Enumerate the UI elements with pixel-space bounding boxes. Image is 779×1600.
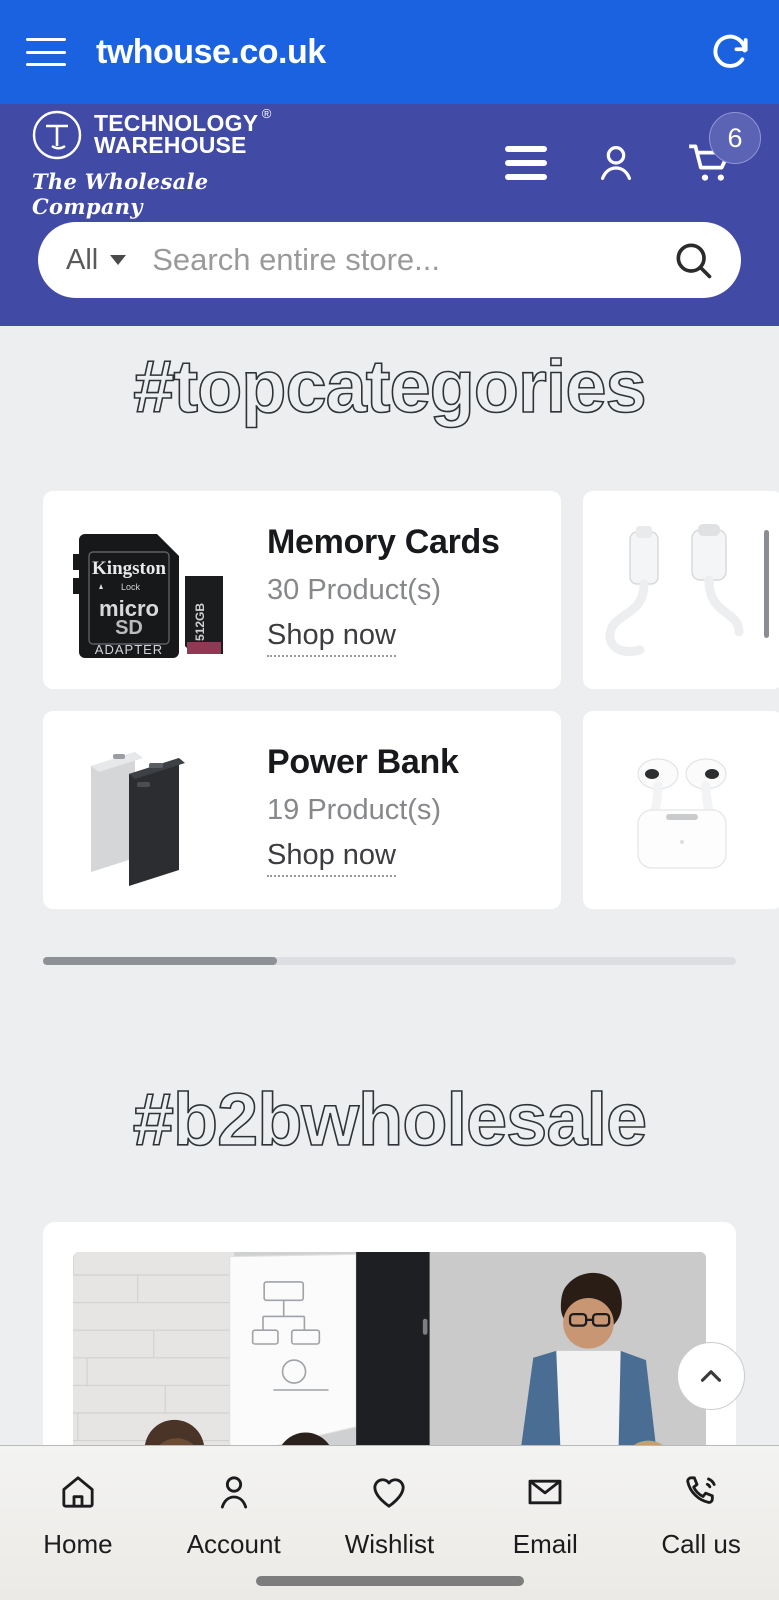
cart-icon[interactable]: 6 xyxy=(685,112,761,188)
nav-label-account: Account xyxy=(186,1529,281,1559)
memory-card-image: Kingston Lock micro SD ADAPTER 512GB xyxy=(61,510,251,670)
home-icon xyxy=(58,1472,98,1517)
b2b-section: #b2bwholesale xyxy=(0,1077,779,1482)
nav-item-wishlist[interactable]: Wishlist xyxy=(312,1472,468,1560)
search-category-dropdown[interactable]: All xyxy=(66,243,127,277)
search-category-label: All xyxy=(66,243,99,276)
site-menu-icon[interactable] xyxy=(505,146,547,180)
logo-emblem-icon xyxy=(30,108,84,162)
site-logo[interactable]: TECHNOLOGY WAREHOUSE ® The Wholesale Com… xyxy=(30,106,280,219)
svg-text:ADAPTER: ADAPTER xyxy=(95,642,163,657)
svg-text:SD: SD xyxy=(115,617,143,639)
carousel-scrollbar-thumb[interactable] xyxy=(43,957,277,965)
search-input[interactable] xyxy=(152,242,671,278)
search-bar[interactable]: All xyxy=(38,222,741,298)
svg-text:Kingston: Kingston xyxy=(92,558,166,579)
shop-now-link[interactable]: Shop now xyxy=(267,619,396,657)
nav-label-home: Home xyxy=(43,1529,113,1559)
search-area: All xyxy=(0,222,779,298)
home-indicator xyxy=(255,1576,524,1586)
b2b-heading: #b2bwholesale xyxy=(132,1077,648,1162)
browser-menu-icon[interactable] xyxy=(26,38,66,66)
site-header: TECHNOLOGY WAREHOUSE ® The Wholesale Com… xyxy=(0,104,779,326)
category-carousel[interactable]: Kingston Lock micro SD ADAPTER 512GB Mem… xyxy=(0,491,779,909)
category-card[interactable] xyxy=(583,491,779,689)
category-text: Memory Cards 30 Product(s) Shop now xyxy=(267,523,500,657)
nav-item-email[interactable]: Email xyxy=(467,1472,623,1560)
category-title: Power Bank xyxy=(267,743,459,781)
category-card[interactable]: Kingston Lock micro SD ADAPTER 512GB Mem… xyxy=(43,491,561,689)
refresh-icon[interactable] xyxy=(709,30,753,74)
category-product-count: 19 Product(s) xyxy=(267,794,442,826)
lightning-usbc-cable-image xyxy=(588,510,778,670)
chevron-down-icon xyxy=(110,255,127,265)
nav-item-home[interactable]: Home xyxy=(0,1472,156,1560)
nav-item-account[interactable]: Account xyxy=(156,1472,312,1560)
phone-icon xyxy=(681,1472,721,1517)
svg-text:Lock: Lock xyxy=(121,582,141,592)
search-icon[interactable] xyxy=(671,238,715,282)
carousel-row-2: Power Bank 19 Product(s) Shop now xyxy=(43,711,779,909)
airpods-pro-image xyxy=(588,730,778,890)
category-text: Power Bank 19 Product(s) Shop now xyxy=(267,743,459,877)
category-title: Memory Cards xyxy=(267,523,500,561)
browser-toolbar: twhouse.co.uk xyxy=(0,0,779,104)
envelope-icon xyxy=(525,1472,565,1517)
nav-item-call-us[interactable]: Call us xyxy=(623,1472,779,1560)
carousel-scrollbar[interactable] xyxy=(43,957,736,965)
power-bank-image xyxy=(61,730,251,890)
nav-label-email: Email xyxy=(512,1529,578,1559)
browser-url-text[interactable]: twhouse.co.uk xyxy=(96,33,326,72)
category-card[interactable] xyxy=(583,711,779,909)
category-product-count: 30 Product(s) xyxy=(267,574,442,606)
carousel-row-1: Kingston Lock micro SD ADAPTER 512GB Mem… xyxy=(43,491,779,689)
cart-count-badge: 6 xyxy=(709,112,761,164)
page-content: #topcategories Kingston Lock micro SD AD… xyxy=(0,326,779,1600)
person-icon xyxy=(214,1472,254,1517)
heart-icon xyxy=(369,1472,409,1517)
header-icon-group: 6 xyxy=(505,112,761,188)
category-card[interactable]: Power Bank 19 Product(s) Shop now xyxy=(43,711,561,909)
top-categories-heading: #topcategories xyxy=(132,344,647,429)
shop-now-link[interactable]: Shop now xyxy=(267,839,396,877)
mobile-screen: twhouse.co.uk TECHNOLOGY WAREHOUSE ® The… xyxy=(0,0,779,1600)
header-top-row: TECHNOLOGY WAREHOUSE ® The Wholesale Com… xyxy=(0,104,779,222)
logo-tagline: The Wholesale Company xyxy=(32,168,209,219)
b2b-card[interactable] xyxy=(43,1222,736,1482)
logo-line-2: WAREHOUSE xyxy=(94,131,247,158)
scroll-to-top-button[interactable] xyxy=(677,1342,745,1410)
registered-mark: ® xyxy=(261,106,272,122)
nav-label-call-us: Call us xyxy=(661,1529,741,1559)
bottom-navigation: Home Account Wishlist Email Call us xyxy=(0,1445,779,1600)
nav-label-wishlist: Wishlist xyxy=(344,1529,435,1559)
account-icon[interactable] xyxy=(593,140,639,186)
svg-text:512GB: 512GB xyxy=(193,603,207,641)
